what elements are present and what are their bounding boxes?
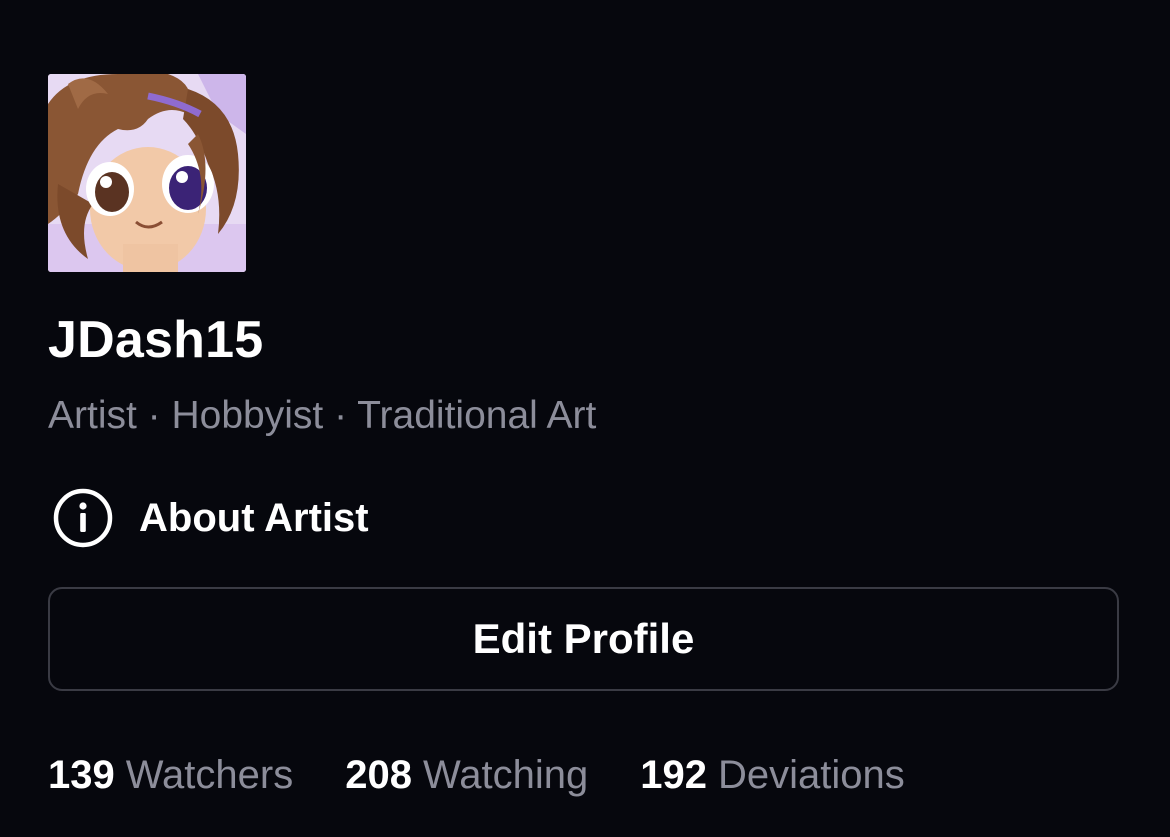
stat-watchers[interactable]: 139 Watchers: [48, 753, 293, 798]
stat-value: 192: [640, 753, 707, 797]
avatar-image: [48, 74, 246, 272]
stat-label: Watching: [422, 753, 589, 797]
stat-label: Deviations: [717, 753, 905, 797]
profile-stats: 139 Watchers 208 Watching 192 Deviations: [48, 753, 957, 798]
stat-label: Watchers: [125, 753, 294, 797]
avatar[interactable]: [48, 74, 246, 272]
stat-deviations[interactable]: 192 Deviations: [640, 753, 905, 798]
about-artist-label: About Artist: [139, 496, 369, 540]
stat-watching[interactable]: 208 Watching: [345, 753, 588, 798]
edit-profile-button[interactable]: Edit Profile: [48, 587, 1119, 691]
stat-value: 208: [345, 753, 412, 797]
profile-subtitle: Artist · Hobbyist · Traditional Art: [48, 394, 597, 437]
info-icon: [53, 488, 113, 548]
stat-value: 139: [48, 753, 115, 797]
username: JDash15: [48, 311, 264, 369]
about-artist-link[interactable]: About Artist: [52, 488, 369, 548]
